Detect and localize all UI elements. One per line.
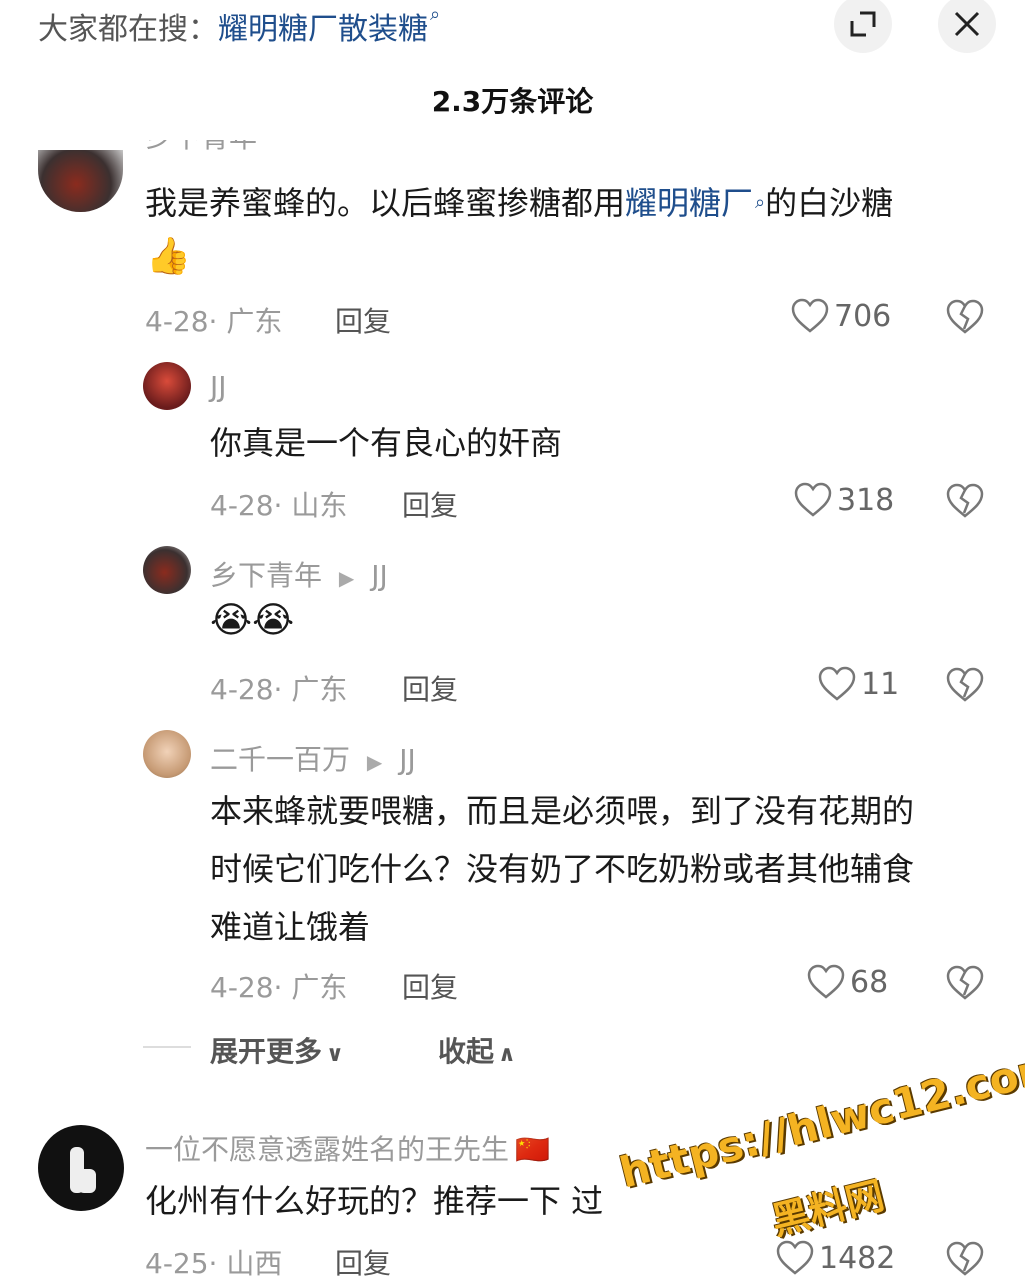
comment-text: 化州有什么好玩的？推荐一下 过 bbox=[145, 1182, 604, 1220]
watermark-site-name: 黑料网 bbox=[767, 1173, 889, 1244]
keyword-link[interactable]: 耀明糖厂 bbox=[625, 184, 753, 222]
broken-heart-icon bbox=[946, 1241, 984, 1276]
crying-emoji: 😭😭 bbox=[210, 600, 295, 641]
heart-icon bbox=[791, 298, 829, 333]
like-button[interactable]: 68 bbox=[806, 964, 888, 1000]
reply-button[interactable]: 回复 bbox=[402, 966, 458, 1006]
broken-heart-icon bbox=[946, 965, 984, 1000]
reply-button[interactable]: 回复 bbox=[402, 484, 458, 524]
comment-author-cut: 乡下青年 bbox=[145, 140, 257, 156]
reply-button[interactable]: 回复 bbox=[335, 300, 391, 340]
collapse-button[interactable]: 收起 ∧ bbox=[438, 1030, 516, 1070]
avatar[interactable] bbox=[143, 546, 191, 594]
reply-arrow-icon: ▶ bbox=[338, 566, 355, 590]
reply-meta: 4-28· 山东 bbox=[210, 489, 348, 522]
comment-text: 我是养蜜蜂的。以后蜂蜜掺糖都用耀明糖厂 ⌕的白沙糖 bbox=[145, 184, 894, 222]
reply-button[interactable]: 回复 bbox=[402, 668, 458, 708]
china-flag-icon: 🇨🇳 bbox=[515, 1133, 550, 1166]
search-prefix: 大家都在搜： bbox=[38, 12, 218, 47]
heart-icon bbox=[818, 666, 856, 701]
dislike-button[interactable] bbox=[945, 299, 985, 339]
reply-author-line: 乡下青年 ▶ JJ bbox=[210, 554, 388, 594]
dislike-button[interactable] bbox=[945, 667, 985, 707]
broken-heart-icon bbox=[946, 299, 984, 334]
like-count: 68 bbox=[850, 964, 889, 1000]
like-button[interactable]: 318 bbox=[793, 482, 894, 518]
comment-meta: 4-25· 山西 bbox=[145, 1247, 283, 1280]
reply-text: 你真是一个有良心的奸商 bbox=[210, 424, 563, 462]
hand-icon bbox=[70, 1147, 96, 1193]
chevron-up-icon: ∧ bbox=[498, 1042, 516, 1067]
broken-heart-icon bbox=[946, 483, 984, 518]
avatar[interactable] bbox=[38, 150, 123, 212]
reply-author[interactable]: JJ bbox=[210, 370, 227, 403]
like-count: 11 bbox=[861, 666, 900, 702]
reply-author[interactable]: 二千一百万 bbox=[210, 743, 350, 776]
like-count: 1482 bbox=[819, 1240, 896, 1276]
avatar[interactable] bbox=[38, 1125, 124, 1211]
thread-divider bbox=[143, 1046, 191, 1048]
avatar[interactable] bbox=[143, 730, 191, 778]
reply-meta: 4-28· 广东 bbox=[210, 971, 348, 1004]
reply-author[interactable]: 乡下青年 bbox=[210, 559, 322, 592]
avatar[interactable] bbox=[143, 362, 191, 410]
comment-count-title: 2.3万条评论 bbox=[431, 85, 594, 118]
reply-target[interactable]: JJ bbox=[371, 559, 388, 592]
search-term-link[interactable]: 耀明糖厂散装糖 bbox=[218, 12, 428, 47]
reply-arrow-icon: ▶ bbox=[366, 750, 383, 774]
like-button[interactable]: 11 bbox=[817, 666, 899, 702]
expand-more-button[interactable]: 展开更多 ∨ bbox=[210, 1030, 344, 1070]
chevron-down-icon: ∨ bbox=[326, 1042, 344, 1067]
comment-author-line: 一位不愿意透露姓名的王先生 🇨🇳 bbox=[145, 1128, 550, 1168]
heart-icon bbox=[794, 482, 832, 517]
search-suggestion[interactable]: 大家都在搜：耀明糖厂散装糖 ⌕ bbox=[38, 4, 440, 48]
dislike-button[interactable] bbox=[945, 965, 985, 1005]
reply-meta: 4-28· 广东 bbox=[210, 673, 348, 706]
like-button[interactable]: 706 bbox=[790, 298, 891, 334]
comment-author[interactable]: 一位不愿意透露姓名的王先生 bbox=[145, 1133, 509, 1166]
broken-heart-icon bbox=[946, 667, 984, 702]
like-count: 706 bbox=[834, 298, 892, 334]
close-button[interactable] bbox=[938, 0, 996, 53]
watermark-url: https://hlwc12.com bbox=[615, 1040, 1025, 1198]
reply-button[interactable]: 回复 bbox=[335, 1242, 391, 1282]
close-icon bbox=[954, 11, 980, 37]
expand-icon bbox=[850, 11, 876, 37]
heart-icon bbox=[807, 964, 845, 999]
reply-target[interactable]: JJ bbox=[399, 743, 416, 776]
like-count: 318 bbox=[837, 482, 895, 518]
thumbs-up-emoji: 👍 bbox=[146, 236, 191, 277]
comment-meta: 4-28· 广东 bbox=[145, 305, 283, 338]
reply-author-line: 二千一百万 ▶ JJ bbox=[210, 738, 416, 778]
search-icon: ⌕ bbox=[755, 192, 766, 213]
reply-text: 本来蜂就要喂糖，而且是必须喂，到了没有花期的 时候它们吃什么？没有奶了不吃奶粉或… bbox=[210, 792, 915, 946]
expand-button[interactable] bbox=[834, 0, 892, 53]
dislike-button[interactable] bbox=[945, 483, 985, 523]
search-icon: ⌕ bbox=[430, 4, 441, 25]
heart-icon bbox=[776, 1240, 814, 1275]
dislike-button[interactable] bbox=[945, 1241, 985, 1281]
like-button[interactable]: 1482 bbox=[775, 1240, 895, 1276]
